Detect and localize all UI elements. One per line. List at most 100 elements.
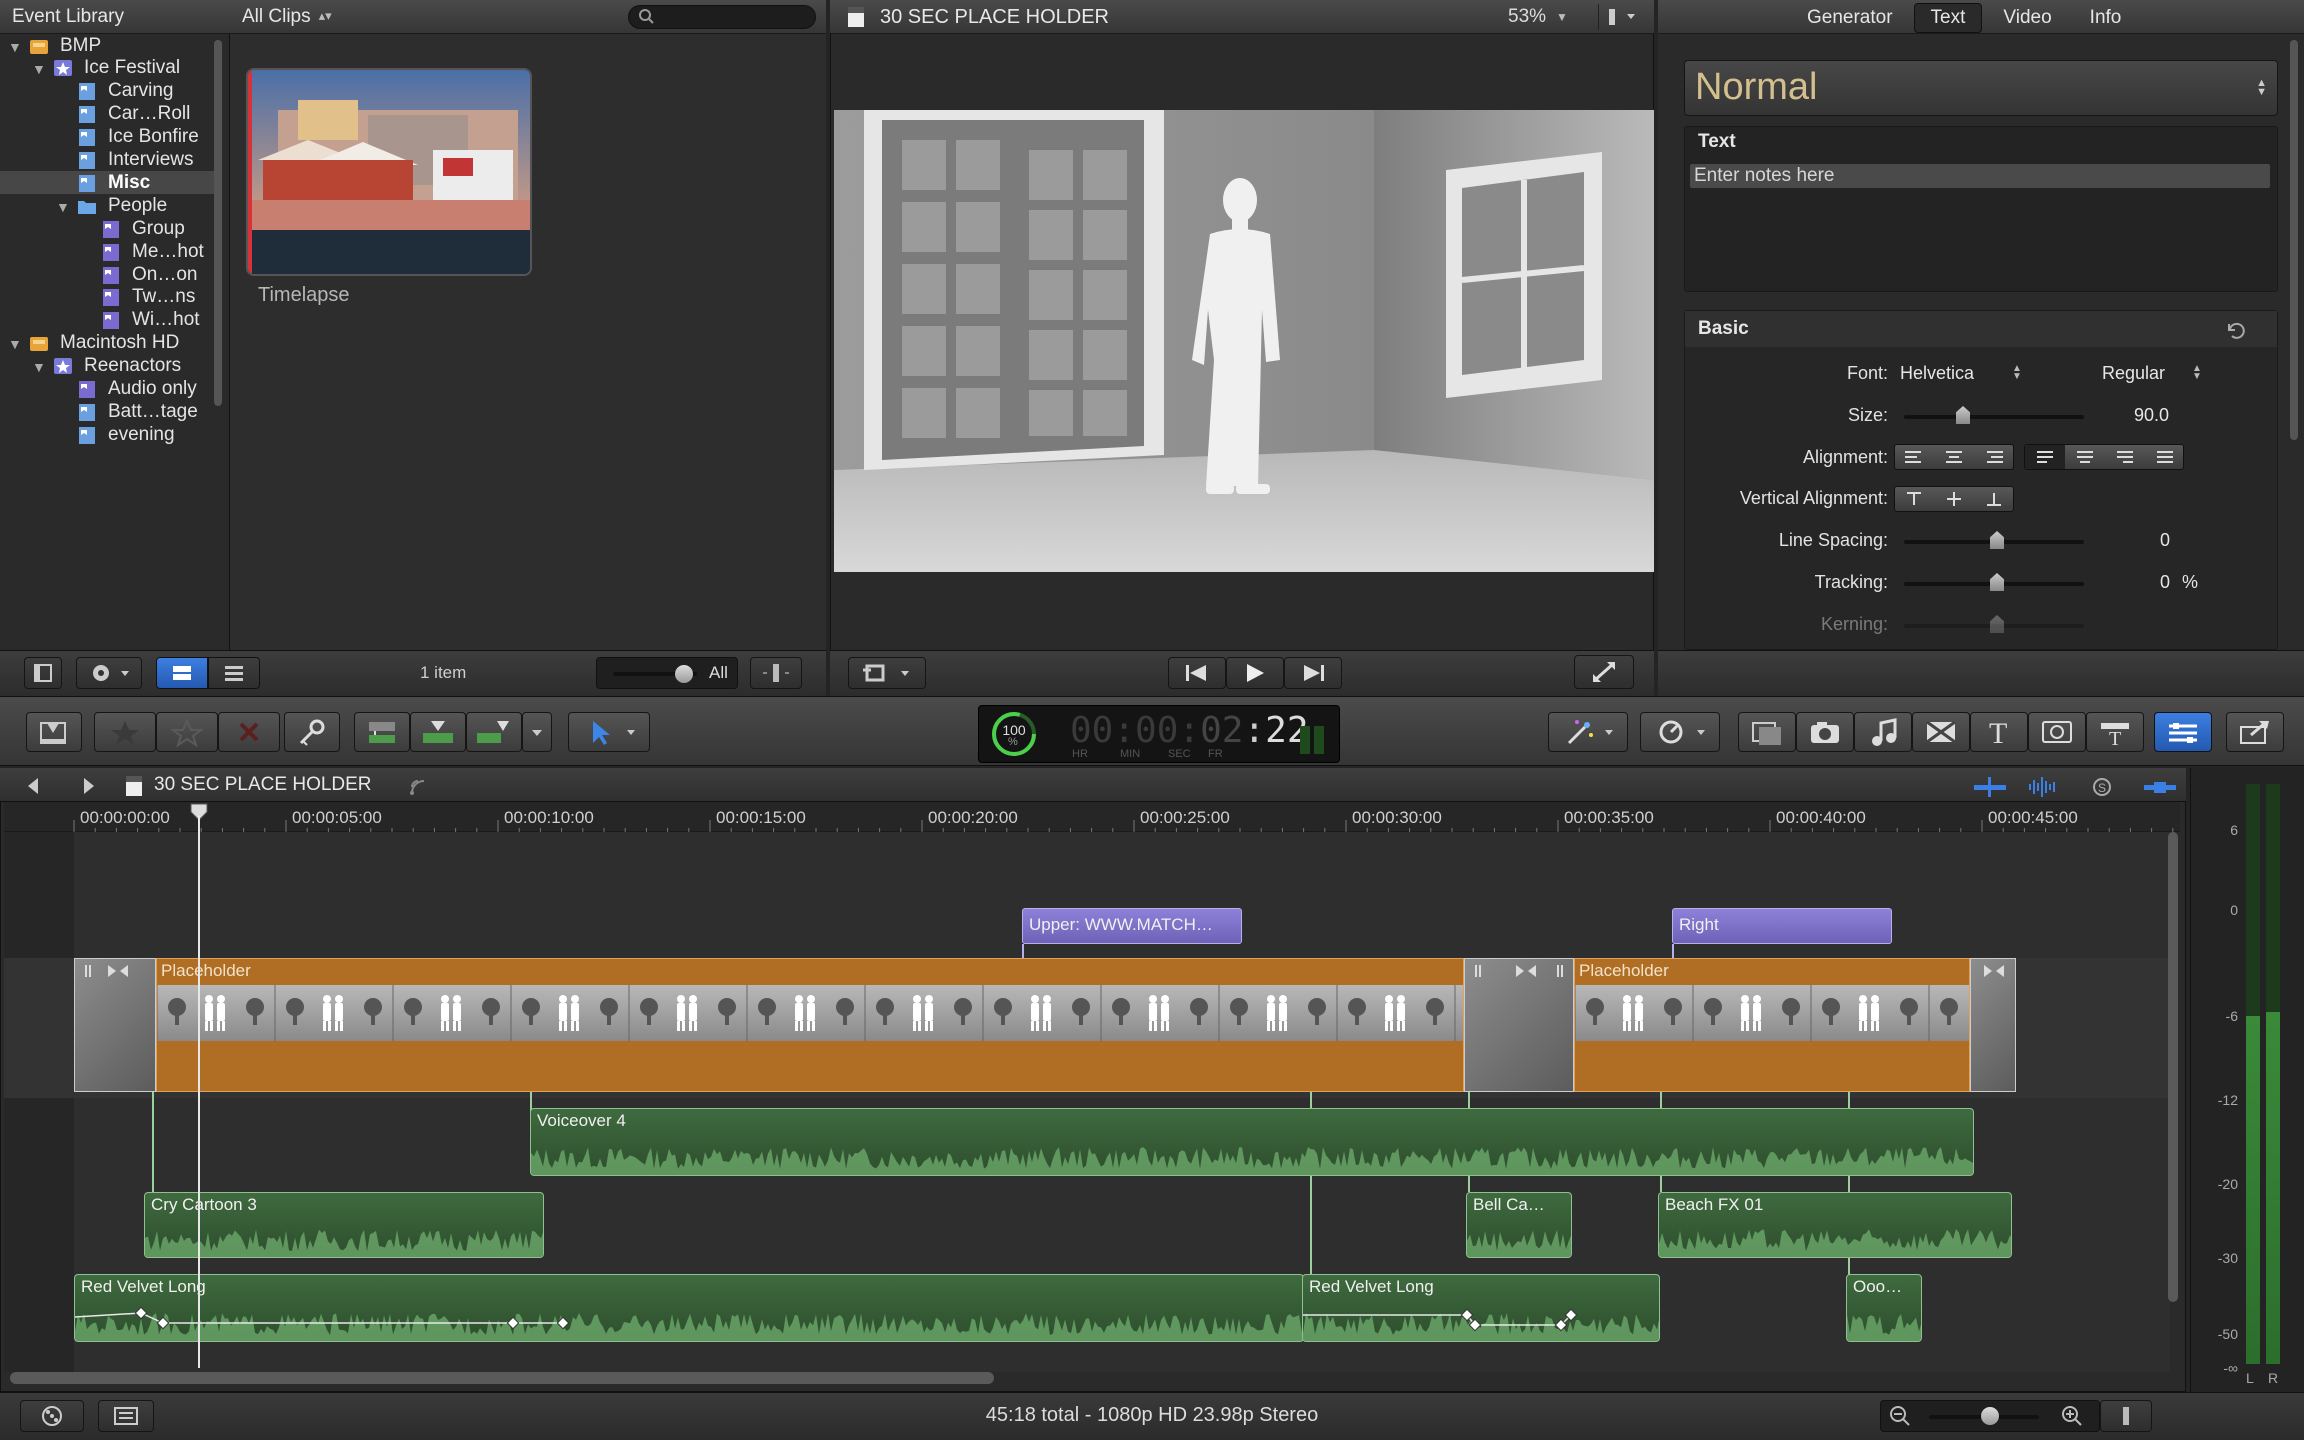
library-item-carving[interactable]: Carving [0,80,215,103]
disclosure-triangle-icon[interactable]: ▼ [32,61,46,77]
audio-clip-bell[interactable]: Bell Ca… [1466,1192,1572,1258]
clip-height-slider[interactable]: All [596,657,738,689]
tab-video[interactable]: Video [1986,3,2068,33]
reject-button[interactable] [218,712,280,752]
library-item-group[interactable]: Group [0,217,215,240]
timeline-zoom-control[interactable] [1880,1400,2100,1432]
zoom-dropdown[interactable]: 53% ▼ [1508,6,1568,28]
tab-text[interactable]: Text [1913,3,1983,33]
inspector-scrollbar[interactable] [2290,40,2298,440]
unrate-button[interactable] [156,712,218,752]
library-item-audio-only[interactable]: Audio only [0,378,215,401]
library-item-bmp[interactable]: ▼ BMP [0,34,215,57]
zoom-in-icon[interactable] [2057,1401,2087,1431]
clip-appearance-button[interactable] [750,657,802,689]
font-style-popup[interactable]: Regular ▲ ▼ [2102,363,2202,384]
retime-button[interactable] [1640,712,1720,752]
audio-clip-red-velvet-1[interactable]: Red Velvet Long [74,1274,1304,1342]
audio-clip-voiceover[interactable]: Voiceover 4 [530,1108,1974,1176]
library-item-on-on[interactable]: On…on [0,263,215,286]
line-spacing-value[interactable]: 0 [2160,530,2170,551]
zoom-out-icon[interactable] [1885,1401,1915,1431]
volume-keyframes[interactable] [75,1275,1304,1342]
skimming-icon[interactable] [1970,775,2010,799]
forward-arrow-icon[interactable] [76,774,100,798]
dashboard-audio-meter[interactable] [1298,716,1328,756]
timeline-horizontal-scrollbar[interactable] [10,1372,994,1384]
alignment-segmented-control[interactable] [1894,444,2014,470]
library-item-me-hot[interactable]: Me…hot [0,240,215,263]
clip-appearance-toggle[interactable] [2100,1400,2152,1432]
library-item-batt-tage[interactable]: Batt…tage [0,400,215,423]
tab-info[interactable]: Info [2073,3,2139,33]
clip-thumbnail-timelapse[interactable] [246,68,532,276]
view-options-button[interactable] [1598,4,1642,30]
preset-dropdown[interactable]: Normal ▲ ▼ [1684,60,2278,116]
zoom-slider-knob[interactable] [1981,1407,1999,1425]
timeline-history-icon[interactable] [406,775,430,799]
transitions-browser-button[interactable] [1912,712,1970,752]
size-slider-track[interactable] [1904,415,2084,419]
go-to-start-button[interactable] [1168,657,1226,689]
import-button[interactable] [26,712,82,752]
title-clip-upper[interactable]: Upper: WWW.MATCH… [1022,908,1242,944]
photo-browser-button[interactable] [1796,712,1854,752]
library-item-ice-bonfire[interactable]: Ice Bonfire [0,126,215,149]
disclosure-triangle-icon[interactable]: ▼ [32,359,46,375]
inspector-toggle-button[interactable] [2154,712,2212,752]
music-browser-button[interactable] [1854,712,1912,752]
audio-clip-beach-fx[interactable]: Beach FX 01 [1658,1192,2012,1258]
action-menu-button[interactable] [76,657,142,689]
vertical-alignment-control[interactable] [1894,486,2014,512]
favorite-button[interactable] [94,712,156,752]
video-effects-browser-button[interactable] [1738,712,1796,752]
slider-knob[interactable] [675,665,693,683]
video-clip-placeholder-2[interactable]: Placeholder [1574,958,1970,1092]
font-family-popup[interactable]: Helvetica ▲ ▼ [1900,363,2022,384]
volume-keyframes[interactable] [1303,1275,1660,1342]
audio-clip-ooo[interactable]: Ooo… [1846,1274,1922,1342]
audio-skimming-icon[interactable] [2024,775,2064,799]
size-value[interactable]: 90.0 [2134,405,2169,426]
text-entry-field[interactable]: Enter notes here [1690,164,2270,188]
library-item-reenactors[interactable]: ▼ Reenactors [0,355,215,378]
library-item-ice-festival[interactable]: ▼ Ice Festival [0,57,215,80]
library-item-wi-hot[interactable]: Wi…hot [0,309,215,332]
timeline-vertical-scrollbar[interactable] [2168,832,2178,1302]
tab-generator[interactable]: Generator [1790,3,1910,33]
connect-clip-button[interactable] [354,712,410,752]
timecode-display[interactable]: 00: 00: 02: 22 [1070,710,1309,751]
fullscreen-button[interactable] [1574,655,1634,689]
justify-segmented-control[interactable] [2024,444,2184,470]
audio-clip-red-velvet-2[interactable]: Red Velvet Long [1302,1274,1660,1342]
enhancements-button[interactable] [1548,712,1628,752]
playhead[interactable] [198,816,200,1368]
filmstrip-view-button[interactable] [156,657,208,689]
edit-mode-menu[interactable] [522,712,552,752]
library-item-misc[interactable]: Misc [0,171,215,195]
transform-button[interactable] [848,657,926,689]
library-item-interviews[interactable]: Interviews [0,149,215,172]
keyword-button[interactable] [284,712,340,752]
insert-clip-button[interactable] [410,712,466,752]
library-item-evening[interactable]: evening [0,423,215,446]
library-item-people[interactable]: ▼ People [0,194,215,217]
play-button[interactable] [1226,657,1284,689]
list-view-button[interactable] [208,657,260,689]
library-scrollbar[interactable] [214,40,222,406]
audio-clip-cry-cartoon[interactable]: Cry Cartoon 3 [144,1192,544,1258]
video-clip-placeholder-1[interactable]: Placeholder [156,958,1464,1092]
library-item-macintosh-hd[interactable]: ▼ Macintosh HD [0,332,215,355]
disclosure-triangle-icon[interactable]: ▼ [8,336,22,352]
clip-filter-dropdown[interactable]: All Clips ▴▾ [242,6,332,28]
solo-icon[interactable]: S [2086,775,2126,799]
disclosure-triangle-icon[interactable]: ▼ [8,39,22,55]
tracking-value[interactable]: 0 [2160,572,2170,593]
library-search-field[interactable] [628,5,816,29]
append-clip-button[interactable] [466,712,522,752]
show-hide-library-button[interactable] [24,657,62,689]
select-tool-button[interactable] [568,712,650,752]
reset-icon[interactable] [2222,318,2246,342]
snapping-icon[interactable] [2140,775,2180,799]
go-to-end-button[interactable] [1284,657,1342,689]
